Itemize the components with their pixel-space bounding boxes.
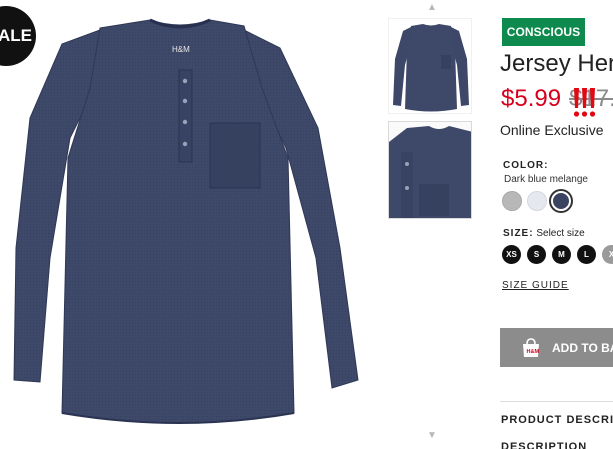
thumbnail-front[interactable] <box>388 18 472 114</box>
color-swatch-light[interactable] <box>527 191 547 211</box>
sale-price: $5.99 <box>501 85 562 112</box>
conscious-badge-label: CONSCIOUS <box>506 25 581 39</box>
svg-text:H&M: H&M <box>527 349 540 355</box>
online-exclusive-label: Online Exclusive <box>500 122 604 138</box>
size-option-l[interactable]: L <box>577 245 596 264</box>
chevron-up-icon[interactable]: ▲ <box>424 2 440 14</box>
size-option-m[interactable]: M <box>552 245 571 264</box>
add-to-bag-label: ADD TO BA <box>552 340 613 355</box>
add-to-bag-button[interactable]: H&M ADD TO BA <box>500 328 613 367</box>
color-swatch-grey[interactable] <box>502 191 522 211</box>
svg-text:H&M: H&M <box>172 45 190 54</box>
color-swatch-dark-blue-selected[interactable] <box>551 191 571 211</box>
size-option-xs[interactable]: XS <box>502 245 521 264</box>
size-guide-link[interactable]: SIZE GUIDE <box>502 280 569 291</box>
thumbnail-front-image <box>393 24 469 112</box>
selected-color-name: Dark blue melange <box>504 174 588 185</box>
conscious-badge: CONSCIOUS <box>502 18 585 46</box>
thumbnail-detail[interactable] <box>388 121 472 219</box>
main-product-image[interactable]: H&M <box>0 8 375 433</box>
divider <box>500 401 613 402</box>
chevron-down-icon[interactable]: ▼ <box>424 430 440 442</box>
sale-badge-label: ALE <box>0 26 32 45</box>
size-label: SIZE: <box>503 228 534 239</box>
size-hint: Select size <box>536 228 585 239</box>
size-label-row: SIZE: Select size <box>503 228 585 239</box>
description-subheading: DESCRIPTION <box>501 441 588 449</box>
exclamation-marks-icon <box>573 88 596 117</box>
size-option-xl[interactable]: X <box>602 245 613 264</box>
product-description-heading[interactable]: PRODUCT DESCRIP <box>501 414 613 426</box>
product-title: Jersey Hen <box>500 50 613 77</box>
size-option-s[interactable]: S <box>527 245 546 264</box>
color-label: COLOR: <box>503 160 549 171</box>
shopping-bag-icon: H&M <box>523 337 540 357</box>
thumbnail-detail-image <box>389 122 471 218</box>
